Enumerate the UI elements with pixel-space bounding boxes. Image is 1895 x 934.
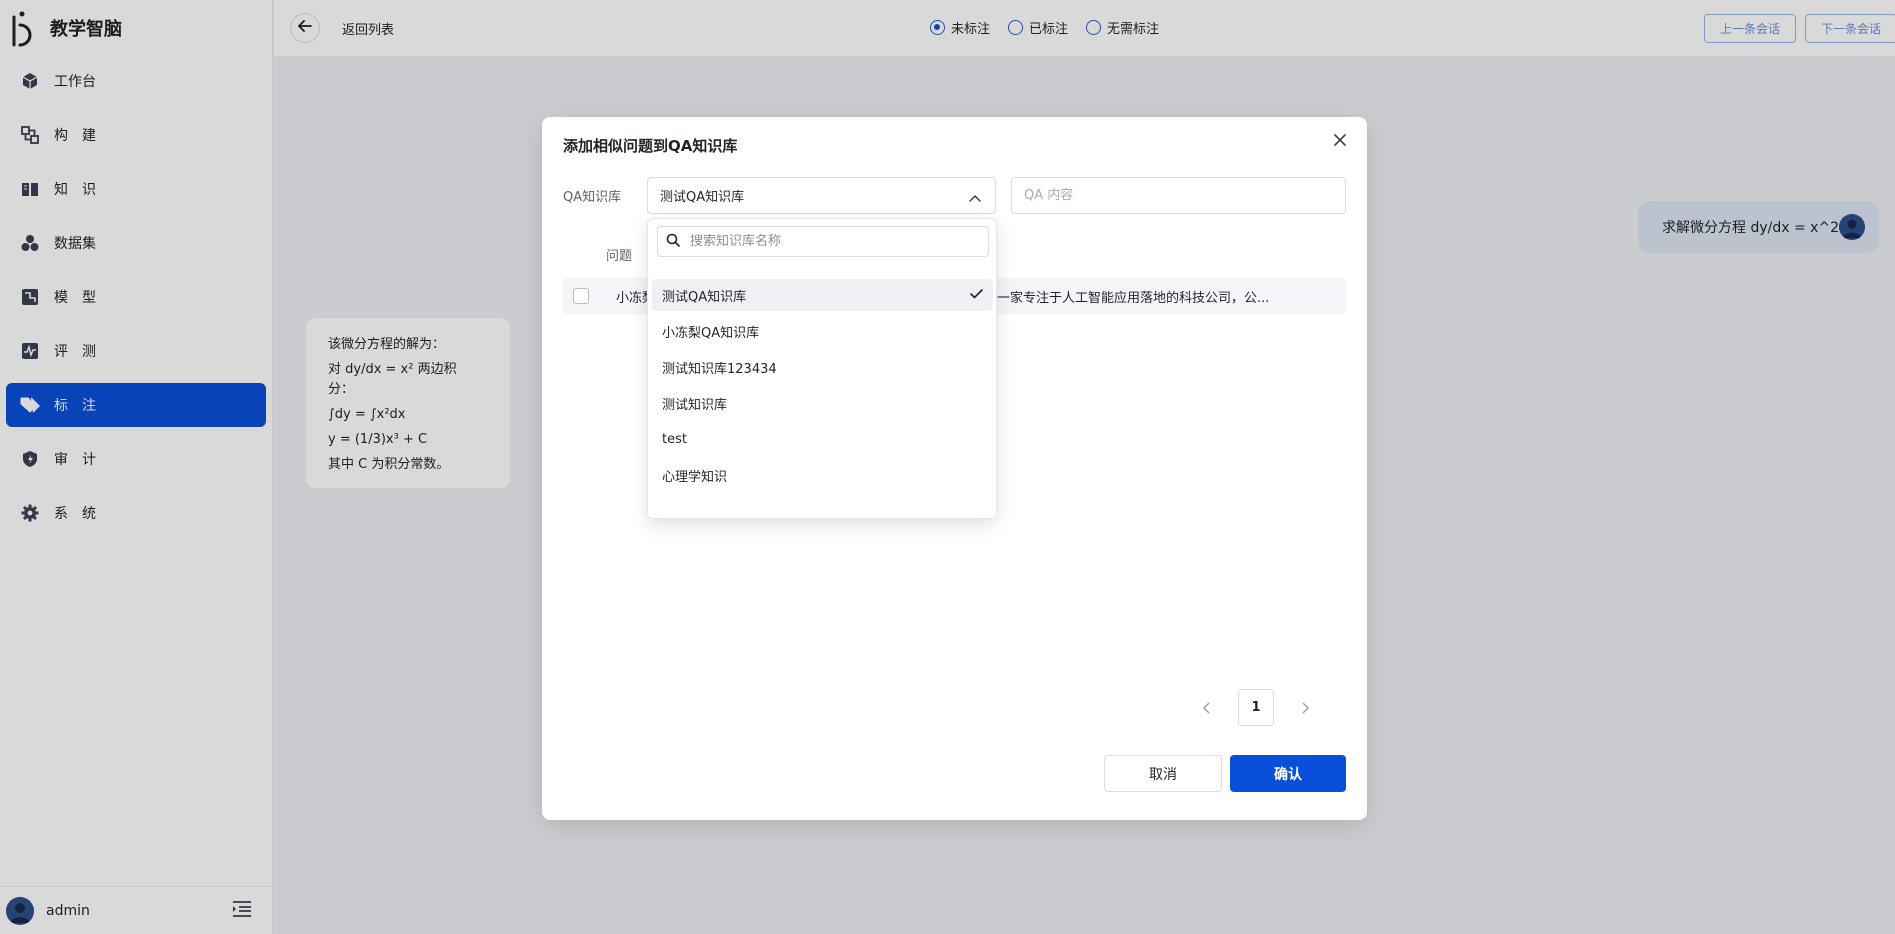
kb-search-input[interactable] bbox=[690, 234, 970, 249]
kb-option[interactable]: 心理学知识 bbox=[652, 459, 993, 491]
qa-content-input[interactable] bbox=[1011, 177, 1346, 214]
kb-option-label: 小冻梨QA知识库 bbox=[662, 325, 760, 341]
dialog-title: 添加相似问题到QA知识库 bbox=[563, 137, 738, 155]
pagination: 1 bbox=[1202, 689, 1310, 726]
chevron-left-icon[interactable] bbox=[1202, 701, 1212, 715]
cancel-button[interactable]: 取消 bbox=[1104, 755, 1222, 792]
kb-option[interactable]: 测试知识库123434 bbox=[652, 351, 993, 383]
search-icon bbox=[666, 233, 680, 251]
kb-option[interactable]: test bbox=[652, 423, 993, 455]
kb-option-label: test bbox=[662, 431, 687, 447]
row-answer: 一家专注于人工智能应用落地的科技公司，公... bbox=[997, 290, 1270, 306]
kb-field-label: QA知识库 bbox=[563, 190, 622, 205]
kb-dropdown: 测试QA知识库 小冻梨QA知识库 测试知识库123434 测试知识库 test … bbox=[647, 218, 997, 519]
kb-option-label: 测试知识库 bbox=[662, 397, 728, 413]
column-header-question: 问题 bbox=[606, 249, 633, 264]
kb-option-list: 测试QA知识库 小冻梨QA知识库 测试知识库123434 测试知识库 test … bbox=[652, 279, 993, 495]
kb-option-label: 测试知识库123434 bbox=[662, 361, 777, 377]
close-button[interactable] bbox=[1331, 133, 1349, 151]
kb-search bbox=[657, 226, 989, 257]
row-checkbox[interactable] bbox=[573, 288, 589, 304]
check-icon bbox=[970, 288, 983, 303]
close-icon bbox=[1334, 134, 1346, 150]
chevron-right-icon[interactable] bbox=[1300, 701, 1310, 715]
kb-selected-value: 测试QA知识库 bbox=[660, 190, 745, 205]
kb-option-label: 测试QA知识库 bbox=[662, 289, 747, 305]
kb-select[interactable]: 测试QA知识库 bbox=[647, 177, 996, 214]
kb-option-label: 心理学知识 bbox=[662, 469, 728, 485]
page-number[interactable]: 1 bbox=[1238, 689, 1274, 726]
confirm-button[interactable]: 确认 bbox=[1230, 755, 1346, 792]
kb-option[interactable]: 小冻梨QA知识库 bbox=[652, 315, 993, 347]
kb-option[interactable]: 测试QA知识库 bbox=[652, 279, 993, 311]
kb-option[interactable]: 测试知识库 bbox=[652, 387, 993, 419]
chevron-up-icon bbox=[969, 191, 981, 206]
